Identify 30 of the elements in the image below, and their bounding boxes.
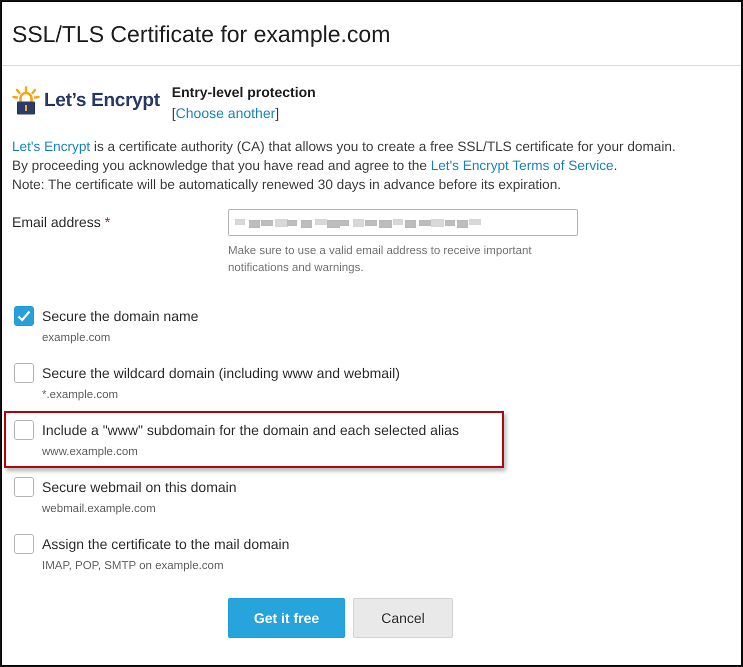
option-sublabel: www.example.com bbox=[42, 446, 139, 458]
text-link[interactable]: Let's Encrypt Terms of Service bbox=[430, 158, 614, 173]
option-label: Secure the domain name bbox=[42, 308, 198, 324]
checkbox[interactable] bbox=[14, 363, 34, 383]
get-free-button[interactable]: Get it free bbox=[228, 598, 345, 638]
option-sublabel: example.com bbox=[42, 332, 112, 344]
checkbox[interactable] bbox=[14, 534, 34, 554]
option-label: Include a "www" subdomain for the domain and each selected alias bbox=[42, 422, 459, 438]
dialog-title: SSL/TLS Certificate for example.com bbox=[11, 20, 392, 49]
choose-another-link[interactable]: Choose another bbox=[176, 105, 276, 121]
checkbox[interactable] bbox=[14, 477, 34, 497]
option-label: Secure webmail on this domain bbox=[42, 479, 237, 495]
padlock-icon bbox=[12, 86, 40, 116]
cancel-button[interactable]: Cancel bbox=[353, 598, 453, 638]
plan-name: Entry-level protection bbox=[172, 84, 316, 100]
option-sublabel: IMAP, POP, SMTP on example.com bbox=[42, 560, 225, 572]
required-mark: * bbox=[104, 214, 110, 230]
logo-text: Let’s Encrypt bbox=[44, 90, 160, 112]
option-label: Secure the wildcard domain (including www and webmail) bbox=[42, 365, 400, 381]
option-sublabel: *.example.com bbox=[42, 389, 120, 401]
email-field[interactable] bbox=[228, 209, 578, 236]
text-link[interactable]: Let's Encrypt bbox=[12, 139, 90, 154]
option-label: Assign the certificate to the mail domain bbox=[42, 536, 290, 552]
checkbox[interactable] bbox=[14, 420, 34, 440]
checkbox[interactable] bbox=[14, 306, 34, 326]
option-sublabel: webmail.example.com bbox=[42, 503, 157, 515]
field-label: Email address bbox=[12, 214, 101, 230]
description-text: Let's Encrypt is a certificate authority (CA) that allows you to create a free SSL/TLS certificate for your domain. By proceeding you acknowledge that you have read and agree to the Let's Encrypt Terms of Service. Note: The certificate will be automatically renewed 30 days in advance before its expiration. bbox=[12, 138, 677, 194]
field-hint: Make sure to use a valid email address to receive important notifications and warnings. bbox=[228, 244, 533, 276]
choose-another: [Choose another] bbox=[172, 105, 280, 121]
